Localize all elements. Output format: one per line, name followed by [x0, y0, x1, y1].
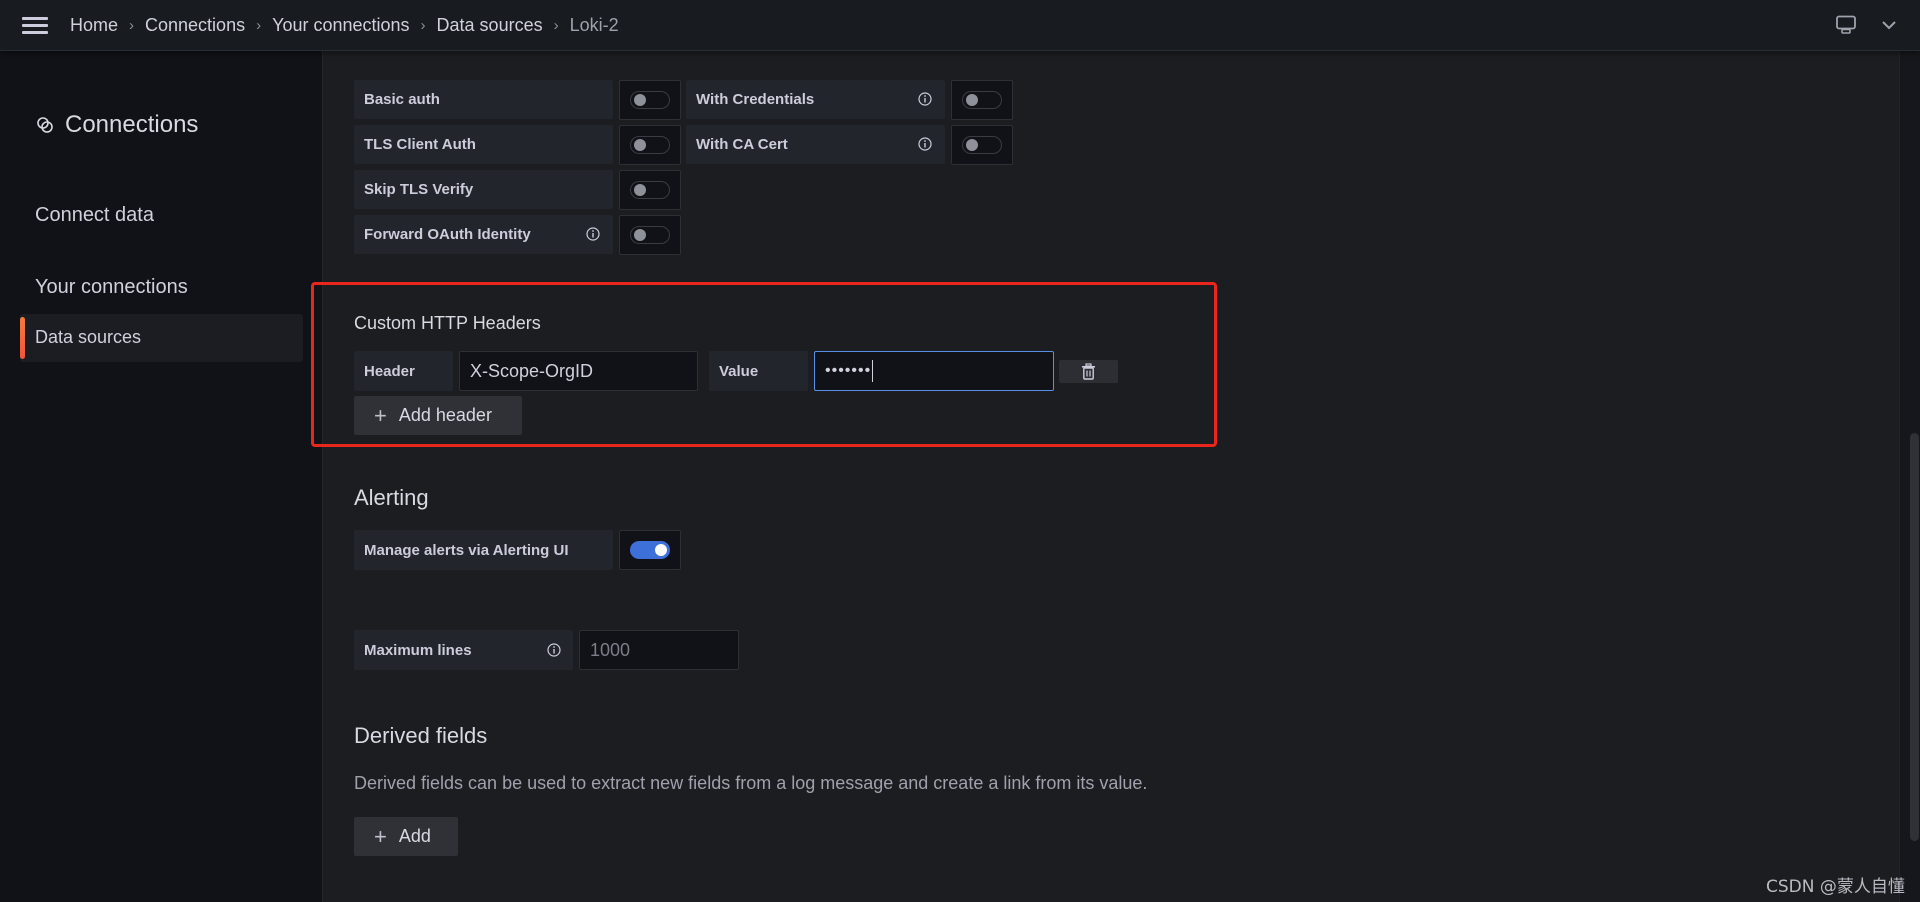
alerting-heading: Alerting: [354, 485, 429, 510]
plus-icon: +: [374, 402, 387, 428]
skip-tls-verify-toggle[interactable]: [619, 170, 681, 210]
tls-client-auth-text: TLS Client Auth: [364, 136, 476, 153]
top-bar: Home › Connections › Your connections › …: [0, 0, 1920, 51]
derived-fields-heading: Derived fields: [354, 723, 488, 748]
breadcrumb-connections[interactable]: Connections: [145, 15, 245, 36]
header-label: Header: [354, 351, 453, 391]
sidebar-item-your-connections[interactable]: Your connections: [35, 276, 188, 299]
maximum-lines-input[interactable]: 1000: [579, 630, 739, 670]
menu-icon[interactable]: [22, 16, 48, 36]
header-label-text: Header: [364, 362, 415, 380]
skip-tls-verify-text: Skip TLS Verify: [364, 181, 474, 198]
scrollbar-thumb[interactable]: [1910, 433, 1919, 841]
forward-oauth-text: Forward OAuth Identity: [364, 226, 531, 243]
info-icon[interactable]: [918, 92, 932, 106]
text-caret: [872, 360, 874, 382]
breadcrumb-separator: ›: [129, 17, 135, 34]
add-header-button[interactable]: + Add header: [354, 396, 522, 435]
maximum-lines-label: Maximum lines: [354, 630, 573, 670]
breadcrumb-data-sources[interactable]: Data sources: [437, 15, 543, 36]
delete-header-button[interactable]: [1059, 360, 1118, 383]
with-credentials-label: With Credentials: [686, 80, 945, 119]
breadcrumb-your-connections[interactable]: Your connections: [272, 15, 409, 36]
skip-tls-verify-label: Skip TLS Verify: [354, 170, 613, 209]
header-name-value: X-Scope-OrgID: [470, 360, 594, 381]
tls-client-auth-toggle[interactable]: [619, 125, 681, 165]
maximum-lines-placeholder: 1000: [590, 639, 631, 660]
with-credentials-toggle[interactable]: [951, 80, 1013, 120]
basic-auth-label: Basic auth: [354, 80, 613, 119]
connections-icon: [37, 117, 53, 133]
manage-alerts-toggle[interactable]: [619, 530, 681, 570]
header-value-masked: •••••••: [825, 362, 872, 379]
with-ca-cert-label: With CA Cert: [686, 125, 945, 164]
chevron-down-icon[interactable]: [1880, 18, 1898, 32]
sidebar-item-label: Data sources: [35, 327, 142, 347]
basic-auth-toggle[interactable]: [619, 80, 681, 120]
forward-oauth-toggle[interactable]: [619, 215, 681, 255]
value-label: Value: [709, 351, 808, 391]
breadcrumb-home[interactable]: Home: [70, 15, 118, 36]
basic-auth-text: Basic auth: [364, 91, 440, 108]
sidebar-title: Connections: [36, 111, 198, 139]
value-label-text: Value: [719, 362, 759, 380]
plus-icon: +: [374, 823, 387, 849]
with-ca-cert-text: With CA Cert: [696, 136, 788, 153]
derived-fields-description: Derived fields can be used to extract ne…: [354, 773, 1148, 793]
monitor-icon[interactable]: [1835, 15, 1857, 35]
tls-client-auth-label: TLS Client Auth: [354, 125, 613, 164]
breadcrumb-separator: ›: [420, 17, 426, 34]
forward-oauth-label: Forward OAuth Identity: [354, 215, 613, 254]
add-derived-field-button[interactable]: + Add: [354, 817, 458, 856]
manage-alerts-text: Manage alerts via Alerting UI: [364, 541, 569, 559]
sidebar-item-connect-data[interactable]: Connect data: [35, 204, 154, 227]
trash-icon: [1082, 363, 1095, 380]
maximum-lines-text: Maximum lines: [364, 641, 472, 659]
info-icon[interactable]: [918, 137, 932, 151]
sidebar-item-data-sources[interactable]: Data sources: [20, 314, 303, 362]
info-icon[interactable]: [586, 227, 600, 241]
sidebar: Connections Connect data Your connection…: [0, 51, 323, 902]
watermark: CSDN @蒙人自懂: [1766, 877, 1905, 897]
header-value-input[interactable]: •••••••: [814, 351, 1054, 391]
breadcrumb-separator: ›: [553, 17, 559, 34]
breadcrumb-current: Loki-2: [569, 15, 619, 35]
add-header-label: Add header: [398, 405, 492, 425]
info-icon[interactable]: [547, 643, 561, 657]
breadcrumb-separator: ›: [256, 17, 262, 34]
active-indicator: [20, 317, 25, 359]
manage-alerts-label: Manage alerts via Alerting UI: [354, 530, 613, 570]
add-derived-field-label: Add: [398, 826, 431, 846]
breadcrumb: Home › Connections › Your connections › …: [70, 0, 619, 51]
header-name-input[interactable]: X-Scope-OrgID: [459, 351, 698, 391]
with-credentials-text: With Credentials: [696, 91, 815, 108]
with-ca-cert-toggle[interactable]: [951, 125, 1013, 165]
custom-headers-heading: Custom HTTP Headers: [354, 313, 541, 333]
sidebar-title-label: Connections: [65, 111, 199, 138]
